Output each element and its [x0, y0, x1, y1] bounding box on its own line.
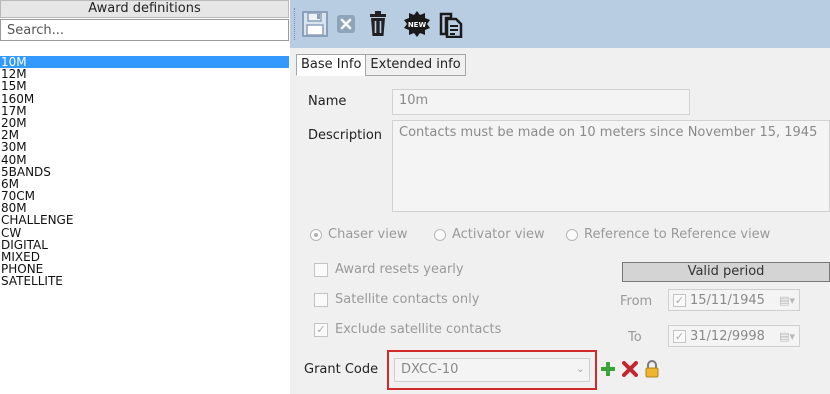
tab-extended-info[interactable]: Extended info [365, 54, 466, 76]
to-label: To [628, 330, 642, 345]
toolbar-grip [294, 8, 296, 40]
award-definitions-panel: Award definitions 10M12M15M160M17M20M2M3… [0, 0, 289, 394]
lock-grant-button[interactable] [642, 358, 662, 380]
award-list-item[interactable]: 10M [0, 56, 289, 69]
exclude-satellite-checkbox[interactable]: ✓ Exclude satellite contacts [314, 322, 501, 337]
award-list-item[interactable]: SATELLITE [0, 275, 289, 287]
tab-bar: Base Info Extended info [296, 54, 466, 76]
award-list-item[interactable]: CW [0, 227, 289, 239]
award-editor: NEW Base Info Extended info Name 10m Des… [290, 0, 830, 394]
copy-icon [439, 12, 463, 38]
cancel-icon [337, 15, 355, 33]
radio-label: Activator view [452, 227, 545, 242]
search-input[interactable] [0, 19, 289, 41]
checkbox-box [314, 262, 328, 277]
panel-header: Award definitions [0, 0, 289, 18]
description-field[interactable]: Contacts must be made on 10 meters since… [392, 120, 830, 212]
new-icon: NEW [404, 11, 430, 37]
delete-icon [370, 11, 386, 36]
to-date-value: 31/12/9998 [690, 328, 765, 344]
award-list: 10M 12M 15M 160M 17M 20M 2M 30M 40M 5BANDS 6M 70CM 8… [0, 56, 289, 288]
award-resets-yearly-checkbox[interactable]: Award resets yearly [314, 262, 464, 277]
award-list-item[interactable]: 20M [0, 117, 289, 129]
remove-grant-button[interactable] [620, 358, 640, 380]
checkbox-box: ✓ [673, 293, 686, 307]
name-label: Name [308, 94, 347, 109]
award-list-item[interactable]: 40M [0, 153, 289, 166]
highlight-box [387, 350, 597, 390]
checkbox-box [314, 292, 328, 307]
award-list-item[interactable]: MIXED [0, 251, 289, 263]
lock-icon [645, 360, 659, 378]
award-list-item[interactable]: 6M [0, 178, 289, 190]
grant-code-label: Grant Code [304, 362, 379, 377]
calendar-dropdown-icon[interactable]: ▤▾ [779, 294, 795, 307]
checkbox-box: ✓ [673, 329, 686, 343]
description-label: Description [308, 128, 383, 143]
radio-label: Reference to Reference view [584, 227, 771, 242]
close-icon [622, 361, 638, 377]
award-list-item[interactable]: 2M [0, 129, 289, 141]
tab-base-info[interactable]: Base Info [296, 54, 367, 76]
checkbox-label: Exclude satellite contacts [335, 322, 502, 337]
award-list-item[interactable]: 17M [0, 105, 289, 117]
delete-button[interactable] [366, 10, 390, 38]
radio-button [566, 228, 578, 241]
award-list-item[interactable]: 15M [0, 80, 289, 92]
copy-button[interactable] [436, 10, 466, 38]
from-date-picker[interactable]: ✓ 15/11/1945 ▤▾ [668, 289, 800, 311]
award-list-item[interactable]: 30M [0, 141, 289, 153]
to-date-picker[interactable]: ✓ 31/12/9998 ▤▾ [668, 325, 800, 347]
satellite-only-checkbox[interactable]: Satellite contacts only [314, 292, 479, 307]
radio-button [434, 228, 446, 241]
radio-reference-view[interactable]: Reference to Reference view [566, 227, 770, 242]
cancel-button[interactable] [334, 10, 358, 38]
award-list-item[interactable]: CHALLENGE [0, 214, 289, 226]
save-icon [302, 11, 328, 37]
from-label: From [620, 294, 653, 309]
name-field[interactable]: 10m [392, 89, 690, 115]
add-grant-button[interactable] [598, 358, 618, 380]
award-list-item[interactable]: 12M [0, 68, 289, 80]
radio-chaser-view[interactable]: Chaser view [310, 227, 407, 242]
radio-activator-view[interactable]: Activator view [434, 227, 545, 242]
radio-label: Chaser view [328, 227, 408, 242]
award-list-item[interactable]: DIGITAL [0, 239, 289, 251]
new-button[interactable]: NEW [402, 10, 432, 38]
valid-period-header: Valid period [622, 262, 830, 282]
award-list-item[interactable]: 160M [0, 92, 289, 105]
checkbox-label: Award resets yearly [335, 262, 464, 277]
new-badge-text: NEW [408, 21, 427, 29]
calendar-dropdown-icon[interactable]: ▤▾ [779, 330, 795, 343]
save-button[interactable] [300, 10, 330, 38]
radio-button [310, 228, 322, 241]
award-list-item[interactable]: 5BANDS [0, 166, 289, 178]
toolbar: NEW [290, 0, 830, 48]
plus-icon [601, 362, 615, 376]
award-list-item[interactable]: 70CM [0, 190, 289, 202]
checkbox-label: Satellite contacts only [335, 292, 480, 307]
from-date-value: 15/11/1945 [690, 292, 765, 308]
checkbox-box: ✓ [314, 322, 328, 337]
